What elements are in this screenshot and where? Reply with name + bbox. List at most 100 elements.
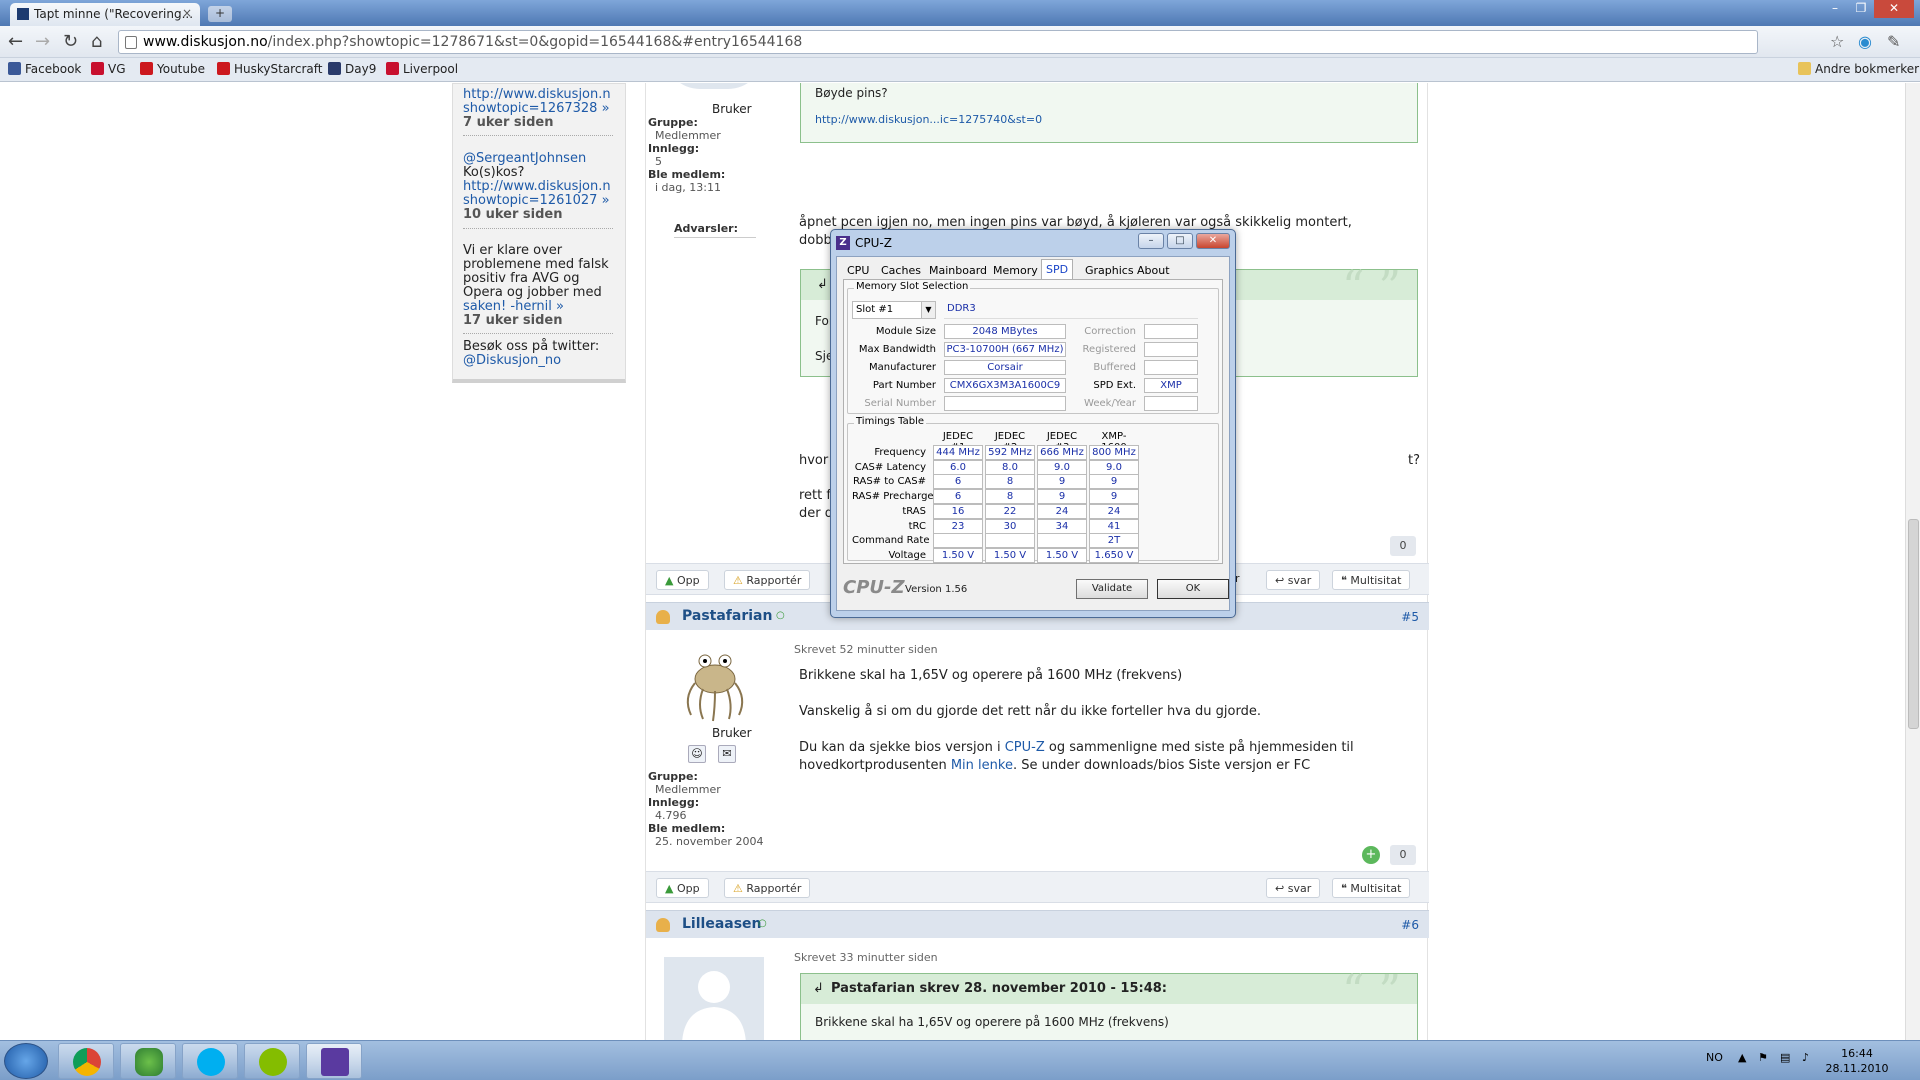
forward-arrow-icon[interactable]: → <box>35 31 50 52</box>
start-button[interactable] <box>4 1043 48 1079</box>
twitter-promo: Besøk oss på twitter: @Diskusjon_no <box>463 339 600 368</box>
url-input[interactable]: www.diskusjon.no/index.php?showtopic=127… <box>118 30 1758 54</box>
folder-icon <box>1798 62 1811 75</box>
plus-vote-icon[interactable]: + <box>1362 846 1380 864</box>
ok-button[interactable]: OK <box>1157 579 1229 599</box>
taskbar-clock[interactable]: 16:44 28.11.2010 <box>1822 1046 1892 1076</box>
reply-icon: ↩ <box>1275 882 1285 895</box>
restore-icon[interactable]: ❐ <box>1848 0 1874 18</box>
skype-extension-icon[interactable]: ◉ <box>1858 32 1872 51</box>
tab-close-icon[interactable]: × <box>182 6 192 20</box>
post-author-link[interactable]: Pastafarian <box>682 608 772 624</box>
sidebar-link[interactable]: http://www.diskusjon.n <box>463 179 611 194</box>
bookmark-day9[interactable]: Day9 <box>328 62 376 76</box>
home-icon[interactable]: ⌂ <box>91 31 102 52</box>
tab-title: Tapt minne ("Recovering... <box>34 7 194 21</box>
timing-row-label: Command Rate <box>852 535 930 547</box>
other-bookmarks[interactable]: Andre bokmerker <box>1798 62 1919 76</box>
quote-link[interactable]: http://www.diskusjon...ic=1275740&st=0 <box>815 113 1042 126</box>
multiquote-button[interactable]: ❝ Multisitat <box>1332 570 1411 590</box>
taskbar-spotify[interactable] <box>244 1043 300 1079</box>
timing-row-label: Frequency <box>874 447 926 458</box>
browser-tab[interactable]: Tapt minne ("Recovering... × <box>10 3 200 26</box>
tray-expand-icon[interactable]: ▲ <box>1738 1051 1746 1064</box>
sidebar-link[interactable]: showtopic=1267328 » <box>463 101 610 116</box>
post-author-link[interactable]: Lilleaasen <box>682 916 762 932</box>
quote-text: Brikkene skal ha 1,65V og operere på 160… <box>815 1015 1169 1029</box>
divider <box>463 333 613 334</box>
report-button[interactable]: ⚠ Rapportér <box>724 570 811 590</box>
sidebar-link[interactable]: showtopic=1261027 » <box>463 193 610 208</box>
scrollbar-thumb[interactable] <box>1908 519 1919 729</box>
taskbar-chrome[interactable] <box>58 1043 114 1079</box>
back-arrow-icon[interactable]: ← <box>8 31 23 52</box>
bookmark-facebook[interactable]: Facebook <box>8 62 81 76</box>
timing-value: 30 <box>985 518 1035 534</box>
reply-button[interactable]: ↩ svar <box>1266 878 1321 898</box>
wrench-icon[interactable]: ✎ <box>1887 32 1900 51</box>
message-icon[interactable]: ✉ <box>718 745 736 763</box>
twitter-handle-link[interactable]: @Diskusjon_no <box>463 353 561 368</box>
bookmark-vg[interactable]: VG <box>91 62 126 76</box>
messenger-icon <box>135 1048 163 1076</box>
tab-mainboard[interactable]: Mainboard <box>925 261 991 279</box>
top-button[interactable]: ▲ Opp <box>656 878 709 898</box>
page-scrollbar[interactable] <box>1905 83 1920 1040</box>
new-tab-button[interactable]: + <box>208 6 232 22</box>
timing-value: 666 MHz <box>1037 445 1087 460</box>
tab-about[interactable]: About <box>1133 261 1174 279</box>
bookmark-liverpool[interactable]: Liverpool <box>386 62 458 76</box>
cpuz-close-icon[interactable]: ✕ <box>1196 233 1230 249</box>
timing-value <box>933 533 983 549</box>
user-info: Gruppe: Medlemmer Innlegg: 5 Ble medlem:… <box>648 116 726 194</box>
report-button[interactable]: ⚠ Rapportér <box>724 878 811 898</box>
user-icon <box>656 918 670 932</box>
bookmark-huskystarcraft[interactable]: HuskyStarcraft <box>217 62 322 76</box>
user-role: Bruker <box>712 102 752 116</box>
tab-memory[interactable]: Memory <box>989 261 1042 279</box>
taskbar-cpuz[interactable] <box>306 1043 362 1079</box>
quote-header: ↲ Pastafarian skrev 28. november 2010 - 1… <box>801 974 1417 1004</box>
window-close-icon[interactable]: ✕ <box>1874 0 1914 18</box>
post-text: hvor <box>799 453 829 468</box>
reply-button[interactable]: ↩ svar <box>1266 570 1321 590</box>
star-icon[interactable]: ☆ <box>1830 32 1844 51</box>
divider <box>463 228 613 229</box>
network-icon[interactable]: ▤ <box>1780 1051 1790 1064</box>
my-link[interactable]: Min lenke <box>951 758 1013 773</box>
slot-select[interactable]: Slot #1 ▼ <box>852 301 936 319</box>
taskbar-messenger[interactable] <box>120 1043 176 1079</box>
validate-button[interactable]: Validate <box>1076 579 1148 599</box>
bookmark-youtube[interactable]: Youtube <box>140 62 205 76</box>
reload-icon[interactable]: ↻ <box>63 31 78 52</box>
cpuz-minimize-icon[interactable]: – <box>1138 233 1164 249</box>
language-indicator[interactable]: NO <box>1706 1051 1723 1064</box>
sidebar-link[interactable]: saken! -hernil » <box>463 299 564 314</box>
memory-slot-group: Memory Slot Selection Slot #1 ▼ DDR3 Modu… <box>847 281 1219 414</box>
tab-cpu[interactable]: CPU <box>843 261 873 279</box>
post-number-link[interactable]: #6 <box>1401 918 1419 932</box>
taskbar-skype[interactable] <box>182 1043 238 1079</box>
cpuz-maximize-icon[interactable]: □ <box>1167 233 1193 249</box>
timing-value: 16 <box>933 503 983 519</box>
volume-icon[interactable]: ♪ <box>1802 1051 1809 1064</box>
cpuz-link[interactable]: CPU-Z <box>1005 740 1045 755</box>
multiquote-button[interactable]: ❝ Multisitat <box>1332 878 1411 898</box>
sidebar-time: 10 uker siden <box>463 207 563 222</box>
sidebar-link[interactable]: http://www.diskusjon.n <box>463 87 611 102</box>
tab-spd[interactable]: SPD <box>1041 259 1074 280</box>
minimize-icon[interactable]: – <box>1822 0 1848 18</box>
registered-value <box>1144 342 1198 357</box>
sidebar-user-link[interactable]: @SergeantJohnsen <box>463 151 586 166</box>
online-status-icon: ○ <box>758 918 767 929</box>
top-button[interactable]: ▲ Opp <box>656 570 709 590</box>
tab-caches[interactable]: Caches <box>877 261 925 279</box>
cpuz-titlebar[interactable]: Z CPU-Z – □ ✕ <box>831 230 1235 256</box>
profile-icon[interactable]: ☺ <box>688 745 706 763</box>
module-size-value: 2048 MBytes <box>944 324 1066 339</box>
action-center-flag-icon[interactable]: ⚑ <box>1758 1051 1768 1064</box>
post-number-link[interactable]: #5 <box>1401 610 1419 624</box>
timing-value: 34 <box>1037 518 1087 534</box>
timing-value: 1.50 V <box>1037 547 1087 563</box>
tab-graphics[interactable]: Graphics <box>1081 261 1138 279</box>
